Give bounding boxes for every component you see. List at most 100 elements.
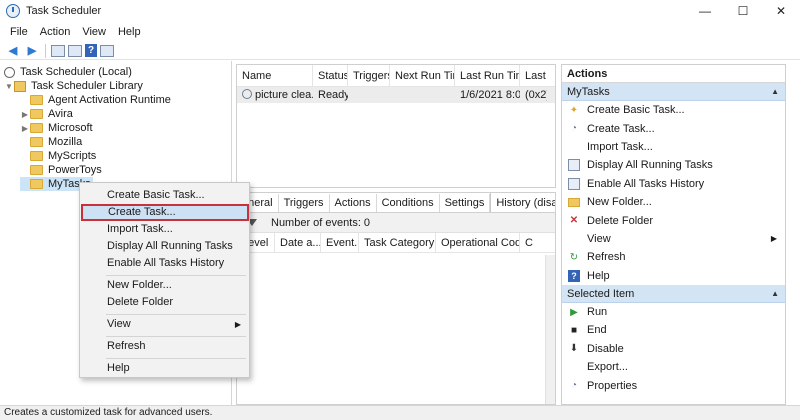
column-name[interactable]: Name	[237, 65, 313, 87]
action-view[interactable]: View ▶	[562, 230, 785, 248]
new-folder-icon	[568, 197, 580, 207]
task-scheduler-icon	[6, 4, 20, 18]
action-properties[interactable]: ◔ Properties	[562, 376, 785, 394]
action-label: Run	[587, 306, 608, 319]
back-arrow-icon[interactable]: ◀	[5, 44, 21, 58]
column-triggers[interactable]: Triggers	[348, 65, 390, 87]
section-selected-item[interactable]: Selected Item ▲	[562, 284, 785, 303]
action-create-basic-task[interactable]: ✦ Create Basic Task...	[562, 101, 785, 119]
actions-pane: Actions MyTasks ▲ ✦ Create Basic Task...…	[561, 64, 786, 405]
action-end[interactable]: ■ End	[562, 321, 785, 339]
action-delete-folder[interactable]: ✕ Delete Folder	[562, 211, 785, 229]
tree-folder-mozilla[interactable]: Mozilla	[20, 135, 82, 149]
menu-action[interactable]: Action	[34, 26, 77, 38]
tree-folder-agent-activation-runtime[interactable]: Agent Activation Runtime	[20, 93, 171, 107]
help-icon: ?	[568, 269, 580, 282]
collapse-icon[interactable]: ▲	[771, 285, 779, 302]
action-display-running-tasks[interactable]: Display All Running Tasks	[562, 156, 785, 174]
action-export[interactable]: Export...	[562, 358, 785, 376]
tree-library[interactable]: ▼ Task Scheduler Library	[4, 79, 143, 93]
section-mytasks[interactable]: MyTasks ▲	[562, 83, 785, 101]
menu-help[interactable]: Help	[112, 26, 147, 38]
end-icon: ■	[570, 324, 578, 336]
show-hide-action-pane-icon[interactable]	[100, 44, 114, 57]
action-create-task[interactable]: ◔ Create Task...	[562, 119, 785, 137]
window-title: Task Scheduler	[26, 5, 102, 17]
tab-conditions[interactable]: Conditions	[377, 194, 440, 212]
action-disable[interactable]: ⬇ Disable	[562, 340, 785, 358]
maximize-button[interactable]: ☐	[724, 0, 762, 22]
ctx-enable-tasks-history[interactable]: Enable All Tasks History	[80, 255, 249, 272]
menu-view[interactable]: View	[76, 26, 112, 38]
collapse-icon[interactable]: ▲	[771, 83, 779, 100]
events-count: Number of events: 0	[271, 216, 371, 229]
menu-separator	[106, 336, 246, 337]
column-task-category[interactable]: Task Category	[359, 232, 436, 253]
tab-triggers[interactable]: Triggers	[279, 194, 330, 212]
column-event[interactable]: Event...	[321, 232, 359, 253]
minimize-button[interactable]: —	[686, 0, 724, 22]
action-import-task[interactable]: Import Task...	[562, 138, 785, 156]
column-c[interactable]: C	[520, 233, 540, 253]
context-menu: Create Basic Task... Create Task... Impo…	[79, 182, 250, 378]
column-last-run-time[interactable]: Last Run Time	[455, 65, 520, 87]
chevron-down-icon[interactable]: ▼	[4, 82, 14, 91]
ctx-create-basic-task[interactable]: Create Basic Task...	[80, 187, 249, 204]
task-last-run: 1/6/2021 8:0...	[460, 89, 520, 101]
action-label: Create Basic Task...	[587, 104, 685, 117]
tab-actions[interactable]: Actions	[330, 194, 377, 212]
help-icon[interactable]: ?	[85, 44, 97, 57]
column-date[interactable]: Date a...	[275, 232, 321, 253]
tree-root[interactable]: Task Scheduler (Local)	[4, 65, 132, 79]
ctx-create-task[interactable]: Create Task...	[81, 204, 249, 221]
tab-settings[interactable]: Settings	[440, 194, 491, 212]
delete-icon: ✕	[569, 215, 579, 227]
properties-icon: ◔	[570, 380, 578, 392]
tree-folder-powertoys[interactable]: PowerToys	[20, 163, 102, 177]
ctx-delete-folder[interactable]: Delete Folder	[80, 294, 249, 311]
submenu-arrow-icon: ▶	[234, 320, 241, 329]
task-status: Ready	[318, 89, 348, 101]
show-hide-console-tree-icon[interactable]	[68, 44, 82, 57]
folder-icon	[30, 123, 43, 133]
toolbar: ◀ ▶ ?	[0, 42, 800, 60]
ctx-refresh[interactable]: Refresh	[80, 338, 249, 355]
tree-folder-myscripts[interactable]: MyScripts	[20, 149, 96, 163]
column-operational-code[interactable]: Operational Code	[436, 232, 520, 253]
submenu-arrow-icon: ▶	[770, 234, 777, 244]
folder-icon	[30, 137, 43, 147]
task-list-header: Name Status Triggers Next Run Time Last …	[237, 65, 555, 87]
ctx-new-folder[interactable]: New Folder...	[80, 277, 249, 294]
clock-icon	[4, 66, 15, 78]
disable-icon: ⬇	[569, 343, 579, 355]
action-new-folder[interactable]: New Folder...	[562, 193, 785, 211]
column-last-result[interactable]: Last R	[520, 65, 547, 87]
action-run[interactable]: ▶ Run	[562, 303, 785, 321]
ctx-view[interactable]: View ▶	[80, 316, 249, 333]
tree-folder-avira[interactable]: ▶ Avira	[20, 107, 73, 121]
action-enable-tasks-history[interactable]: Enable All Tasks History	[562, 175, 785, 193]
action-label: Help	[587, 269, 610, 282]
action-label: End	[587, 324, 607, 337]
action-refresh[interactable]: ↻ Refresh	[562, 248, 785, 266]
tree-folder-label: Agent Activation Runtime	[48, 94, 171, 106]
column-next-run-time[interactable]: Next Run Time	[390, 65, 455, 87]
tree-root-label: Task Scheduler (Local)	[20, 66, 132, 78]
ctx-import-task[interactable]: Import Task...	[80, 221, 249, 238]
up-folder-icon[interactable]	[51, 44, 65, 57]
table-row[interactable]: picture clea... Ready 1/6/2021 8:0... (0…	[237, 87, 555, 103]
toolbar-separator	[45, 43, 46, 58]
details-scrollbar[interactable]	[545, 255, 555, 404]
ctx-help[interactable]: Help	[80, 360, 249, 377]
forward-arrow-icon[interactable]: ▶	[24, 44, 40, 58]
column-status[interactable]: Status	[313, 65, 348, 87]
tab-history[interactable]: History (disabled)	[490, 193, 555, 212]
menu-file[interactable]: File	[4, 26, 34, 38]
close-button[interactable]: ✕	[762, 0, 800, 22]
chevron-right-icon[interactable]: ▶	[20, 124, 30, 133]
chevron-right-icon[interactable]: ▶	[20, 110, 30, 119]
ctx-display-running-tasks[interactable]: Display All Running Tasks	[80, 238, 249, 255]
action-help[interactable]: ? Help	[562, 267, 785, 285]
action-label: Import Task...	[587, 140, 653, 153]
tree-folder-microsoft[interactable]: ▶ Microsoft	[20, 121, 93, 135]
